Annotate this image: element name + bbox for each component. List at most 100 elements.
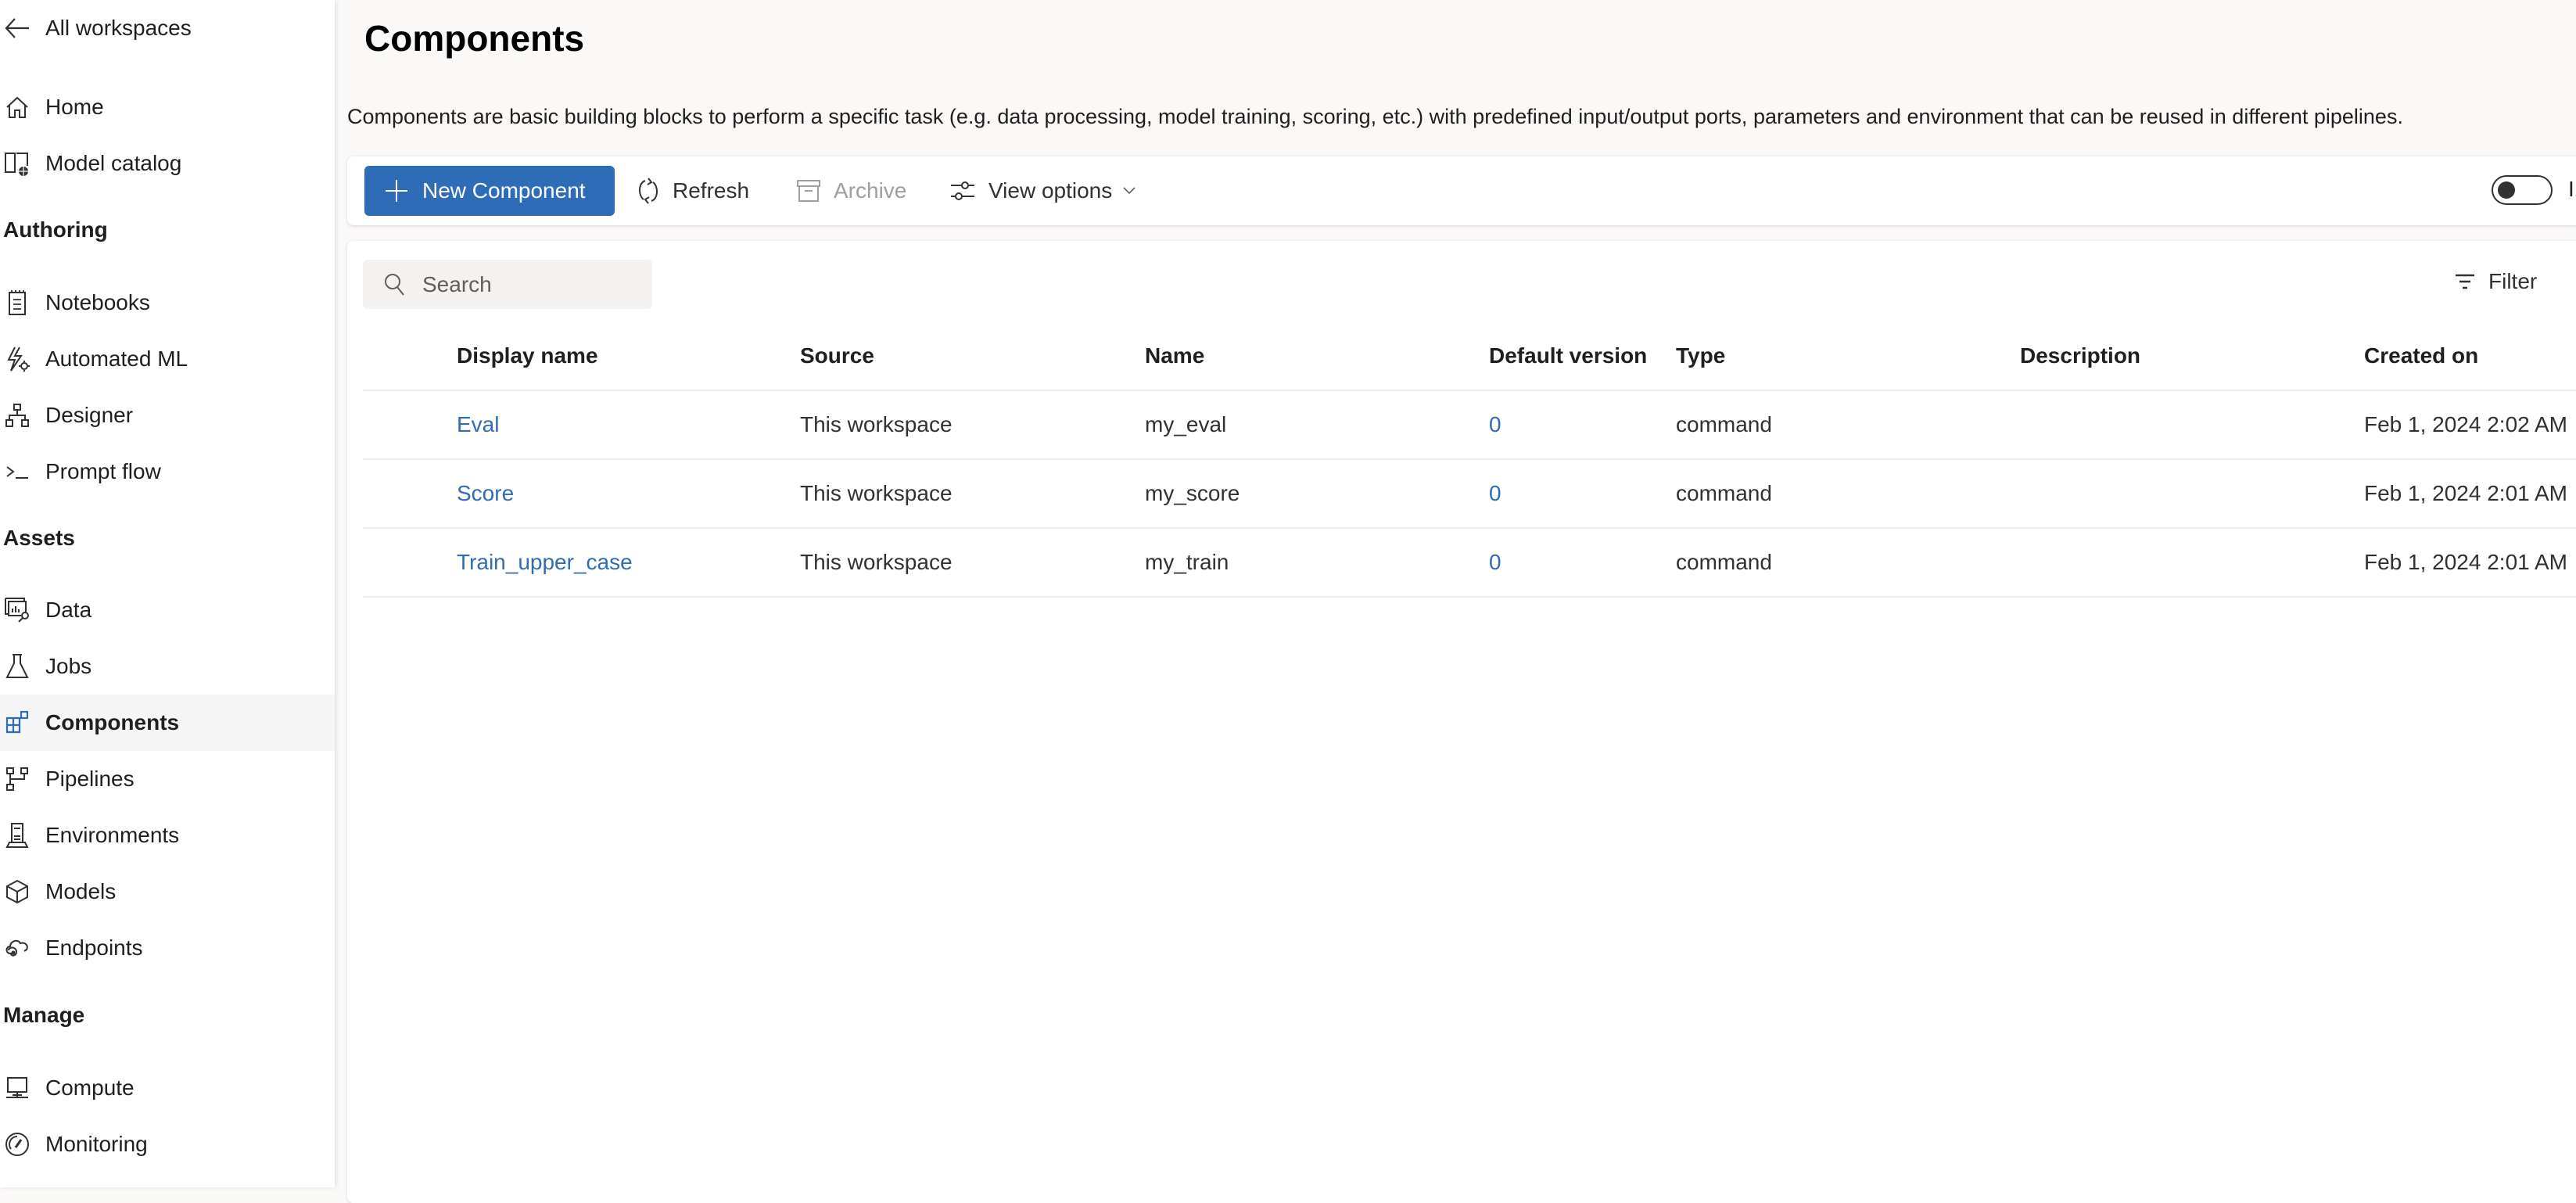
display-name-link[interactable]: Score	[457, 460, 514, 527]
components-table: Display name Source Name Default version…	[363, 322, 2576, 598]
sidebar-item-notebooks[interactable]: Notebooks	[0, 275, 335, 331]
type-cell: command	[1676, 481, 1772, 505]
source-cell: This workspace	[800, 481, 953, 505]
search-box[interactable]	[363, 260, 652, 309]
table-row[interactable]: Train_upper_case This workspace my_train…	[363, 529, 2576, 598]
column-header-source[interactable]: Source	[800, 322, 874, 390]
search-input[interactable]	[421, 271, 643, 298]
filter-icon	[2454, 272, 2476, 291]
source-cell: This workspace	[800, 550, 953, 574]
prompt-flow-icon	[3, 458, 31, 486]
sidebar-item-label: Data	[45, 598, 92, 622]
cube-icon	[3, 878, 31, 906]
display-name-link[interactable]: Eval	[457, 391, 499, 458]
refresh-label: Refresh	[673, 178, 750, 203]
sidebar-item-endpoints[interactable]: Endpoints	[0, 920, 335, 976]
data-icon	[3, 596, 31, 624]
sidebar-item-label: Models	[45, 879, 117, 903]
sidebar-item-data[interactable]: Data	[0, 582, 335, 638]
flask-icon	[3, 652, 31, 681]
sidebar-item-label: Monitoring	[45, 1132, 148, 1156]
page-description: Components are basic building blocks to …	[347, 105, 2403, 128]
view-options-button[interactable]: View options	[949, 166, 1136, 216]
toggle-switch[interactable]	[2492, 175, 2553, 205]
sidebar-item-pipelines[interactable]: Pipelines	[0, 751, 335, 807]
default-version-link[interactable]: 0	[1489, 460, 1501, 527]
column-header-description[interactable]: Description	[2020, 322, 2140, 390]
sidebar-item-components[interactable]: Components	[0, 695, 335, 751]
section-heading-assets: Assets	[3, 526, 75, 550]
sidebar-item-label: Prompt flow	[45, 459, 161, 483]
archive-button[interactable]: Archive	[796, 166, 906, 216]
default-version-link[interactable]: 0	[1489, 529, 1501, 596]
search-icon	[383, 272, 407, 297]
arrow-left-icon	[3, 14, 31, 42]
refresh-icon	[637, 177, 660, 205]
column-header-display-name[interactable]: Display name	[457, 322, 598, 390]
table-row[interactable]: Score This workspace my_score 0 command …	[363, 460, 2576, 529]
all-workspaces-link[interactable]: All workspaces	[0, 0, 335, 56]
pipelines-icon	[3, 765, 31, 793]
column-header-default-version[interactable]: Default version	[1489, 322, 1647, 390]
section-heading-manage: Manage	[3, 1003, 85, 1027]
sidebar-item-label: Compute	[45, 1076, 135, 1100]
sidebar-item-label: Pipelines	[45, 767, 135, 791]
type-cell: command	[1676, 412, 1772, 436]
sidebar-item-label: Notebooks	[45, 290, 150, 314]
column-header-name[interactable]: Name	[1145, 322, 1204, 390]
compute-icon	[3, 1074, 31, 1102]
designer-icon	[3, 401, 31, 429]
type-cell: command	[1676, 550, 1772, 574]
refresh-button[interactable]: Refresh	[637, 166, 749, 216]
archive-label: Archive	[834, 178, 907, 203]
page-title: Components	[364, 18, 585, 59]
sidebar-item-label: Designer	[45, 403, 134, 427]
default-version-link[interactable]: 0	[1489, 391, 1501, 458]
archive-icon	[796, 178, 821, 203]
filter-button[interactable]: Filter	[2454, 269, 2537, 294]
command-bar: New Component Refresh Archive View optio…	[347, 156, 2576, 225]
chevron-down-icon	[1123, 187, 1136, 195]
sidebar-item-prompt-flow[interactable]: Prompt flow	[0, 443, 335, 500]
sidebar-item-label: Home	[45, 95, 104, 119]
created-on-cell: Feb 1, 2024 2:01 AM	[2364, 550, 2567, 574]
sidebar-item-designer[interactable]: Designer	[0, 387, 335, 443]
toggle-knob	[2498, 181, 2515, 199]
table-row[interactable]: Eval This workspace my_eval 0 command Fe…	[363, 391, 2576, 460]
column-header-created-on[interactable]: Created on	[2364, 322, 2478, 390]
environments-icon	[3, 821, 31, 849]
section-heading-authoring: Authoring	[3, 217, 108, 242]
sidebar-item-automated-ml[interactable]: Automated ML	[0, 331, 335, 387]
sidebar-item-label: Components	[45, 710, 180, 734]
table-header-row: Display name Source Name Default version…	[363, 322, 2576, 391]
name-cell: my_score	[1145, 481, 1240, 505]
view-options-label: View options	[988, 178, 1113, 203]
sidebar-item-monitoring[interactable]: Monitoring	[0, 1116, 335, 1172]
sidebar-item-label: Environments	[45, 823, 180, 847]
plus-icon	[385, 179, 408, 203]
endpoints-icon	[3, 934, 31, 962]
sidebar: All workspaces Home Model catalog Author…	[0, 0, 335, 1187]
sidebar-item-compute[interactable]: Compute	[0, 1060, 335, 1116]
all-workspaces-label: All workspaces	[45, 16, 192, 40]
new-component-button[interactable]: New Component	[364, 166, 615, 216]
home-icon	[3, 93, 31, 121]
sidebar-item-label: Jobs	[45, 654, 92, 678]
sidebar-item-model-catalog[interactable]: Model catalog	[0, 135, 335, 192]
notebook-icon	[3, 289, 31, 317]
display-name-link[interactable]: Train_upper_case	[457, 529, 633, 596]
name-cell: my_eval	[1145, 412, 1227, 436]
sliders-icon	[949, 178, 976, 203]
column-header-type[interactable]: Type	[1676, 322, 1725, 390]
sidebar-item-environments[interactable]: Environments	[0, 807, 335, 864]
filter-label: Filter	[2488, 269, 2538, 293]
sidebar-item-home[interactable]: Home	[0, 79, 335, 135]
created-on-cell: Feb 1, 2024 2:01 AM	[2364, 481, 2567, 505]
sidebar-item-models[interactable]: Models	[0, 864, 335, 920]
sidebar-item-jobs[interactable]: Jobs	[0, 638, 335, 695]
sidebar-item-label: Model catalog	[45, 151, 182, 175]
toggle-label: I	[2568, 177, 2574, 201]
created-on-cell: Feb 1, 2024 2:02 AM	[2364, 412, 2567, 436]
components-icon	[3, 709, 31, 737]
sidebar-item-label: Endpoints	[45, 935, 143, 960]
